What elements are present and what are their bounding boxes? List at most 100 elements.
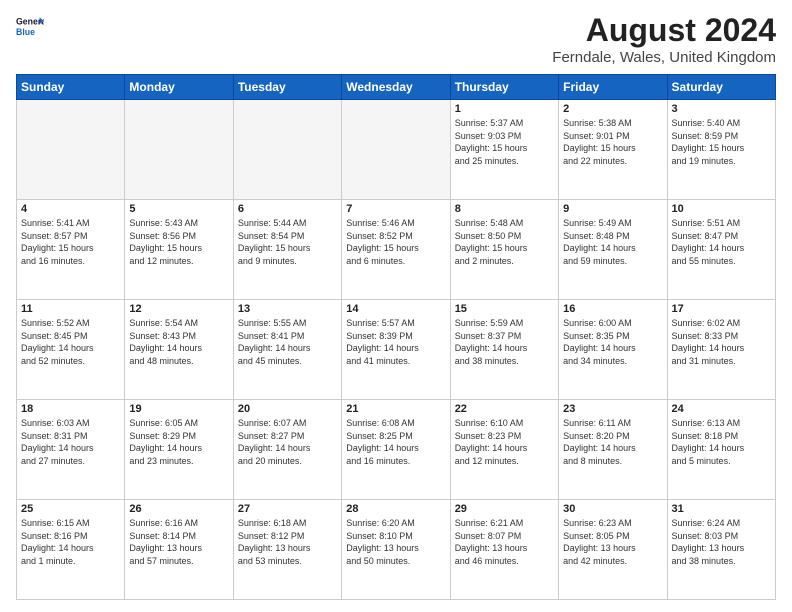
- col-thursday: Thursday: [450, 75, 558, 100]
- day-info: Sunrise: 5:43 AM Sunset: 8:56 PM Dayligh…: [129, 217, 228, 267]
- day-number: 30: [563, 503, 662, 515]
- table-row: 16 Sunrise: 6:00 AM Sunset: 8:35 PM Dayli…: [559, 300, 667, 400]
- day-number: 20: [238, 403, 337, 415]
- day-info: Sunrise: 5:51 AM Sunset: 8:47 PM Dayligh…: [672, 217, 771, 267]
- table-row: 19 Sunrise: 6:05 AM Sunset: 8:29 PM Dayli…: [125, 400, 233, 500]
- day-info: Sunrise: 5:40 AM Sunset: 8:59 PM Dayligh…: [672, 117, 771, 167]
- day-info: Sunrise: 6:24 AM Sunset: 8:03 PM Dayligh…: [672, 517, 771, 567]
- day-number: 22: [455, 403, 554, 415]
- day-info: Sunrise: 5:38 AM Sunset: 9:01 PM Dayligh…: [563, 117, 662, 167]
- day-info: Sunrise: 5:57 AM Sunset: 8:39 PM Dayligh…: [346, 317, 445, 367]
- day-info: Sunrise: 5:44 AM Sunset: 8:54 PM Dayligh…: [238, 217, 337, 267]
- day-info: Sunrise: 5:55 AM Sunset: 8:41 PM Dayligh…: [238, 317, 337, 367]
- col-monday: Monday: [125, 75, 233, 100]
- col-saturday: Saturday: [667, 75, 775, 100]
- col-sunday: Sunday: [17, 75, 125, 100]
- table-row: 15 Sunrise: 5:59 AM Sunset: 8:37 PM Dayli…: [450, 300, 558, 400]
- day-number: 26: [129, 503, 228, 515]
- table-row: 4 Sunrise: 5:41 AM Sunset: 8:57 PM Daylig…: [17, 200, 125, 300]
- day-info: Sunrise: 6:07 AM Sunset: 8:27 PM Dayligh…: [238, 417, 337, 467]
- svg-text:Blue: Blue: [16, 27, 35, 37]
- table-row: 14 Sunrise: 5:57 AM Sunset: 8:39 PM Dayli…: [342, 300, 450, 400]
- day-number: 5: [129, 203, 228, 215]
- logo-icon: General Blue: [16, 12, 44, 40]
- day-info: Sunrise: 6:20 AM Sunset: 8:10 PM Dayligh…: [346, 517, 445, 567]
- day-info: Sunrise: 5:52 AM Sunset: 8:45 PM Dayligh…: [21, 317, 120, 367]
- table-row: 2 Sunrise: 5:38 AM Sunset: 9:01 PM Daylig…: [559, 100, 667, 200]
- day-info: Sunrise: 6:03 AM Sunset: 8:31 PM Dayligh…: [21, 417, 120, 467]
- logo: General Blue: [16, 12, 44, 40]
- main-title: August 2024: [552, 12, 776, 49]
- day-number: 17: [672, 303, 771, 315]
- table-row: 8Sunrise: 5:48 AM Sunset: 8:50 PM Daylig…: [450, 200, 558, 300]
- day-info: Sunrise: 5:59 AM Sunset: 8:37 PM Dayligh…: [455, 317, 554, 367]
- table-row: 3Sunrise: 5:40 AM Sunset: 8:59 PM Daylig…: [667, 100, 775, 200]
- table-row: 12Sunrise: 5:54 AM Sunset: 8:43 PM Dayli…: [125, 300, 233, 400]
- week-row-3: 18 Sunrise: 6:03 AM Sunset: 8:31 PM Dayli…: [17, 400, 776, 500]
- header-row: Sunday Monday Tuesday Wednesday Thursday…: [17, 75, 776, 100]
- day-number: 4: [21, 203, 120, 215]
- week-row-4: 25Sunrise: 6:15 AM Sunset: 8:16 PM Dayli…: [17, 500, 776, 600]
- day-info: Sunrise: 6:08 AM Sunset: 8:25 PM Dayligh…: [346, 417, 445, 467]
- day-number: 2: [563, 103, 662, 115]
- day-info: Sunrise: 5:48 AM Sunset: 8:50 PM Dayligh…: [455, 217, 554, 267]
- week-row-2: 11 Sunrise: 5:52 AM Sunset: 8:45 PM Dayli…: [17, 300, 776, 400]
- table-row: 13 Sunrise: 5:55 AM Sunset: 8:41 PM Dayli…: [233, 300, 341, 400]
- table-row: 17 Sunrise: 6:02 AM Sunset: 8:33 PM Dayli…: [667, 300, 775, 400]
- table-row: 10Sunrise: 5:51 AM Sunset: 8:47 PM Dayli…: [667, 200, 775, 300]
- day-info: Sunrise: 6:16 AM Sunset: 8:14 PM Dayligh…: [129, 517, 228, 567]
- table-row: [342, 100, 450, 200]
- day-number: 1: [455, 103, 554, 115]
- day-info: Sunrise: 5:46 AM Sunset: 8:52 PM Dayligh…: [346, 217, 445, 267]
- col-wednesday: Wednesday: [342, 75, 450, 100]
- day-number: 16: [563, 303, 662, 315]
- day-number: 19: [129, 403, 228, 415]
- day-info: Sunrise: 5:41 AM Sunset: 8:57 PM Dayligh…: [21, 217, 120, 267]
- day-info: Sunrise: 6:18 AM Sunset: 8:12 PM Dayligh…: [238, 517, 337, 567]
- week-row-1: 4 Sunrise: 5:41 AM Sunset: 8:57 PM Daylig…: [17, 200, 776, 300]
- table-row: 30 Sunrise: 6:23 AM Sunset: 8:05 PM Dayli…: [559, 500, 667, 600]
- day-number: 7: [346, 203, 445, 215]
- day-info: Sunrise: 6:23 AM Sunset: 8:05 PM Dayligh…: [563, 517, 662, 567]
- day-info: Sunrise: 6:21 AM Sunset: 8:07 PM Dayligh…: [455, 517, 554, 567]
- day-number: 18: [21, 403, 120, 415]
- table-row: 26 Sunrise: 6:16 AM Sunset: 8:14 PM Dayli…: [125, 500, 233, 600]
- table-row: 20 Sunrise: 6:07 AM Sunset: 8:27 PM Dayli…: [233, 400, 341, 500]
- table-row: [17, 100, 125, 200]
- table-row: 27 Sunrise: 6:18 AM Sunset: 8:12 PM Dayli…: [233, 500, 341, 600]
- day-number: 15: [455, 303, 554, 315]
- day-number: 14: [346, 303, 445, 315]
- day-number: 28: [346, 503, 445, 515]
- day-info: Sunrise: 6:02 AM Sunset: 8:33 PM Dayligh…: [672, 317, 771, 367]
- day-number: 29: [455, 503, 554, 515]
- day-info: Sunrise: 5:37 AM Sunset: 9:03 PM Dayligh…: [455, 117, 554, 167]
- day-info: Sunrise: 6:10 AM Sunset: 8:23 PM Dayligh…: [455, 417, 554, 467]
- subtitle: Ferndale, Wales, United Kingdom: [552, 49, 776, 66]
- day-info: Sunrise: 6:00 AM Sunset: 8:35 PM Dayligh…: [563, 317, 662, 367]
- day-number: 13: [238, 303, 337, 315]
- table-row: 21 Sunrise: 6:08 AM Sunset: 8:25 PM Dayli…: [342, 400, 450, 500]
- table-row: [125, 100, 233, 200]
- day-number: 24: [672, 403, 771, 415]
- table-row: 5 Sunrise: 5:43 AM Sunset: 8:56 PM Daylig…: [125, 200, 233, 300]
- calendar-table: Sunday Monday Tuesday Wednesday Thursday…: [16, 74, 776, 600]
- day-info: Sunrise: 6:05 AM Sunset: 8:29 PM Dayligh…: [129, 417, 228, 467]
- table-row: 25Sunrise: 6:15 AM Sunset: 8:16 PM Dayli…: [17, 500, 125, 600]
- table-row: 22 Sunrise: 6:10 AM Sunset: 8:23 PM Dayli…: [450, 400, 558, 500]
- col-tuesday: Tuesday: [233, 75, 341, 100]
- day-number: 23: [563, 403, 662, 415]
- day-number: 6: [238, 203, 337, 215]
- day-number: 31: [672, 503, 771, 515]
- calendar-header: Sunday Monday Tuesday Wednesday Thursday…: [17, 75, 776, 100]
- day-number: 21: [346, 403, 445, 415]
- table-row: 29 Sunrise: 6:21 AM Sunset: 8:07 PM Dayli…: [450, 500, 558, 600]
- title-block: August 2024 Ferndale, Wales, United King…: [552, 12, 776, 66]
- day-number: 27: [238, 503, 337, 515]
- page: General Blue August 2024 Ferndale, Wales…: [0, 0, 792, 612]
- day-number: 11: [21, 303, 120, 315]
- day-info: Sunrise: 6:11 AM Sunset: 8:20 PM Dayligh…: [563, 417, 662, 467]
- day-info: Sunrise: 6:15 AM Sunset: 8:16 PM Dayligh…: [21, 517, 120, 567]
- header: General Blue August 2024 Ferndale, Wales…: [16, 12, 776, 66]
- table-row: 6 Sunrise: 5:44 AM Sunset: 8:54 PM Daylig…: [233, 200, 341, 300]
- day-info: Sunrise: 5:54 AM Sunset: 8:43 PM Dayligh…: [129, 317, 228, 367]
